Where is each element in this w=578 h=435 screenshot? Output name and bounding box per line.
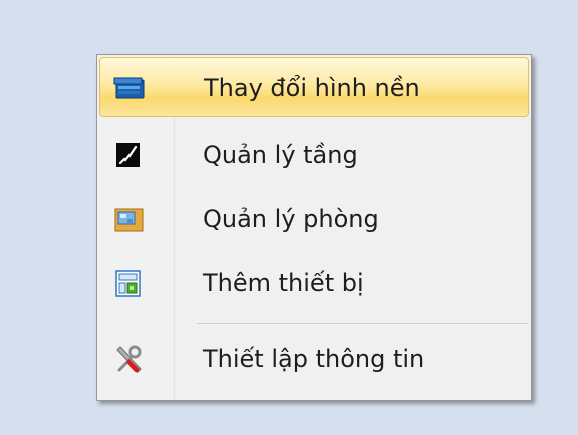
floor-icon: [111, 139, 145, 171]
add-device-icon: [111, 267, 145, 299]
room-icon: [111, 203, 145, 235]
menu-item-label: Thiết lập thông tin: [203, 345, 425, 373]
menu-item-add-device[interactable]: Thêm thiết bị: [99, 253, 529, 313]
menu-item-label: Quản lý tầng: [203, 141, 358, 169]
wallpaper-icon: [112, 72, 146, 104]
menu-item-label: Quản lý phòng: [203, 205, 379, 233]
menu-item-change-wallpaper[interactable]: Thay đổi hình nền: [99, 57, 529, 117]
menu-item-label: Thêm thiết bị: [203, 269, 364, 297]
menu-item-room-management[interactable]: Quản lý phòng: [99, 189, 529, 249]
menu-item-information-settings[interactable]: Thiết lập thông tin: [99, 329, 529, 389]
settings-tools-icon: [111, 343, 145, 375]
menu-separator: [197, 323, 528, 324]
context-menu: Thay đổi hình nền Quản lý tầng Quản lý p…: [96, 54, 532, 401]
menu-item-label: Thay đổi hình nền: [204, 74, 420, 102]
menu-item-floor-management[interactable]: Quản lý tầng: [99, 125, 529, 185]
